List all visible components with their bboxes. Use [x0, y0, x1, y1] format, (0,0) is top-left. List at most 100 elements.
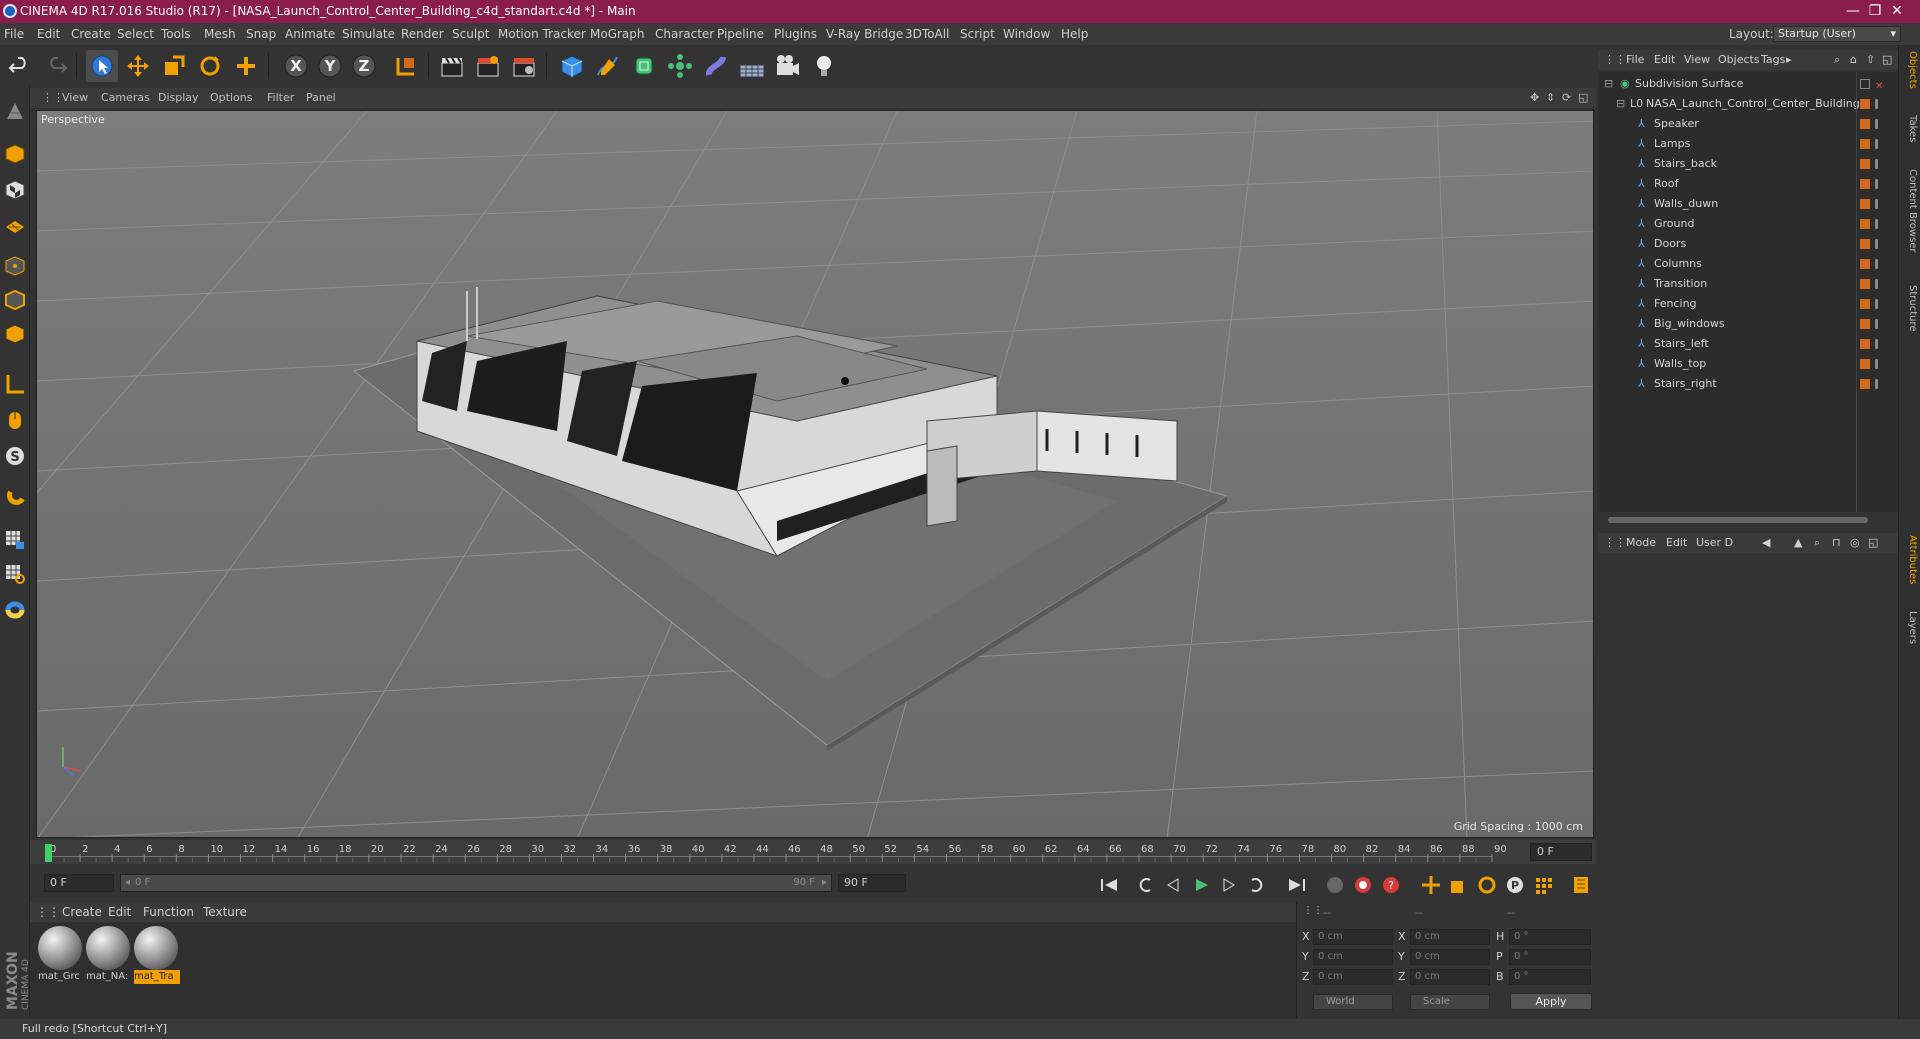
- menu-sculpt[interactable]: Sculpt: [452, 23, 489, 45]
- previous-frame-button[interactable]: [1160, 873, 1186, 897]
- coordinate-system-button[interactable]: [390, 50, 422, 82]
- material-tag-icon[interactable]: [1860, 299, 1870, 309]
- frame-range-slider[interactable]: ◂ 0 F 90 F ▸: [120, 874, 832, 892]
- material-tag-icon[interactable]: [1860, 119, 1870, 129]
- tab-attributes[interactable]: Attributes: [1902, 535, 1918, 605]
- x-axis-button[interactable]: X: [280, 50, 312, 82]
- object-manager-scrollbar[interactable]: [1598, 512, 1898, 528]
- camera-button[interactable]: [772, 50, 804, 82]
- tree-row-object[interactable]: ⅄ Lamps: [1598, 134, 1898, 154]
- menu-script[interactable]: Script: [960, 23, 995, 45]
- subdivision-button[interactable]: [628, 50, 660, 82]
- material-tag-icon[interactable]: [1860, 99, 1870, 109]
- timeline-window-button[interactable]: [1568, 873, 1594, 897]
- pos-x-field[interactable]: 0 cm: [1313, 929, 1393, 945]
- go-to-start-button[interactable]: [1096, 873, 1122, 897]
- menu-select[interactable]: Select: [117, 23, 154, 45]
- lock-workplane-button[interactable]: [2, 526, 28, 554]
- om-search-icon[interactable]: ⌕: [1834, 50, 1840, 70]
- menu-help[interactable]: Help: [1061, 23, 1088, 45]
- menu-pipeline[interactable]: Pipeline: [717, 23, 764, 45]
- viewport-menu-filter[interactable]: Filter: [267, 88, 294, 108]
- record-keys-button[interactable]: [1322, 873, 1348, 897]
- visibility-check-icon[interactable]: [1860, 79, 1870, 89]
- edges-mode-button[interactable]: [2, 286, 28, 314]
- tree-row-object[interactable]: ⅄ Doors: [1598, 234, 1898, 254]
- attr-menu-user-data[interactable]: User D: [1696, 533, 1733, 553]
- tree-row-object[interactable]: ⅄ Ground: [1598, 214, 1898, 234]
- om-new-window-icon[interactable]: ◱: [1882, 50, 1892, 70]
- material-tag-icon[interactable]: [1860, 199, 1870, 209]
- next-frame-button[interactable]: [1216, 873, 1242, 897]
- om-menu-tags[interactable]: Tags: [1761, 50, 1785, 70]
- rot-h-field[interactable]: 0 °: [1509, 929, 1591, 945]
- menu-create[interactable]: Create: [71, 23, 111, 45]
- menu-render[interactable]: Render: [401, 23, 444, 45]
- magnet-button[interactable]: [2, 484, 28, 512]
- key-pla-button[interactable]: [1530, 873, 1556, 897]
- scale-tool-button[interactable]: [158, 50, 190, 82]
- material-tag-icon[interactable]: [1860, 379, 1870, 389]
- apply-button[interactable]: Apply: [1510, 993, 1592, 1010]
- tree-row-object[interactable]: ⅄ Roof: [1598, 174, 1898, 194]
- viewport-menu-display[interactable]: Display: [158, 88, 199, 108]
- visibility-dots-icon[interactable]: [1875, 259, 1878, 269]
- rotate-tool-button[interactable]: [194, 50, 226, 82]
- recent-tool-button[interactable]: [230, 50, 262, 82]
- tree-row-object[interactable]: ⅄ Stairs_left: [1598, 334, 1898, 354]
- texture-mode-button[interactable]: [2, 176, 28, 204]
- visibility-dots-icon[interactable]: [1875, 239, 1878, 249]
- visibility-dots-icon[interactable]: [1875, 359, 1878, 369]
- tree-row-object[interactable]: ⅄ Stairs_right: [1598, 374, 1898, 394]
- make-editable-button[interactable]: [2, 96, 28, 124]
- play-button[interactable]: [1188, 873, 1214, 897]
- array-button[interactable]: [664, 50, 696, 82]
- material-menu-create[interactable]: Create: [62, 902, 102, 922]
- material-tag-icon[interactable]: [1860, 219, 1870, 229]
- om-drag-handle[interactable]: ⋮⋮: [1604, 50, 1626, 70]
- keyframe-selection-button[interactable]: ?: [1378, 873, 1404, 897]
- visibility-dots-icon[interactable]: [1875, 99, 1878, 109]
- material-tag-icon[interactable]: [1860, 259, 1870, 269]
- menu-3dtoall[interactable]: 3DToAll: [905, 23, 949, 45]
- material-tag-icon[interactable]: [1860, 179, 1870, 189]
- material-tag-icon[interactable]: [1860, 139, 1870, 149]
- menu-tools[interactable]: Tools: [161, 23, 191, 45]
- render-view-button[interactable]: [436, 50, 468, 82]
- render-settings-button[interactable]: [508, 50, 540, 82]
- visibility-dots-icon[interactable]: [1875, 299, 1878, 309]
- attr-up-icon[interactable]: ▲: [1794, 533, 1802, 553]
- points-mode-button[interactable]: [2, 252, 28, 280]
- material-tag-icon[interactable]: [1860, 239, 1870, 249]
- close-button[interactable]: ✕: [1874, 0, 1920, 23]
- visibility-dots-icon[interactable]: [1875, 339, 1878, 349]
- tab-objects[interactable]: Objects: [1902, 51, 1918, 111]
- material-tag-icon[interactable]: [1860, 279, 1870, 289]
- visibility-dots-icon[interactable]: [1875, 179, 1878, 189]
- tree-row-object[interactable]: ⅄ Big_windows: [1598, 314, 1898, 334]
- attr-search-icon[interactable]: ⌕: [1814, 533, 1820, 553]
- max-frame-field[interactable]: 90 F: [838, 874, 906, 892]
- animation-lock-button[interactable]: [2, 560, 28, 588]
- material-swatch[interactable]: mat_Grc: [38, 926, 84, 984]
- select-tool-button[interactable]: [86, 50, 118, 82]
- viewport-zoom-icon[interactable]: ⇕: [1546, 88, 1555, 108]
- attr-back-icon[interactable]: ◀: [1762, 533, 1770, 553]
- tree-row-object[interactable]: ⅄ Speaker: [1598, 114, 1898, 134]
- move-tool-button[interactable]: [122, 50, 154, 82]
- light-button[interactable]: [808, 50, 840, 82]
- visibility-dots-icon[interactable]: [1875, 219, 1878, 229]
- tab-layers[interactable]: Layers: [1902, 611, 1918, 661]
- menu-mograph[interactable]: MoGraph: [590, 23, 645, 45]
- render-picture-viewer-button[interactable]: [472, 50, 504, 82]
- collapse-icon[interactable]: ⊟: [1616, 94, 1625, 114]
- viewport-maximize-icon[interactable]: ◱: [1578, 88, 1588, 108]
- visibility-dots-icon[interactable]: [1875, 139, 1878, 149]
- scrollbar-thumb[interactable]: [1608, 517, 1868, 523]
- om-menu-edit[interactable]: Edit: [1654, 50, 1675, 70]
- key-parameter-button[interactable]: P: [1502, 873, 1528, 897]
- material-menu-function[interactable]: Function: [143, 902, 194, 922]
- undo-button[interactable]: [4, 50, 36, 82]
- om-menu-objects[interactable]: Objects: [1718, 50, 1760, 70]
- material-menu-texture[interactable]: Texture: [203, 902, 247, 922]
